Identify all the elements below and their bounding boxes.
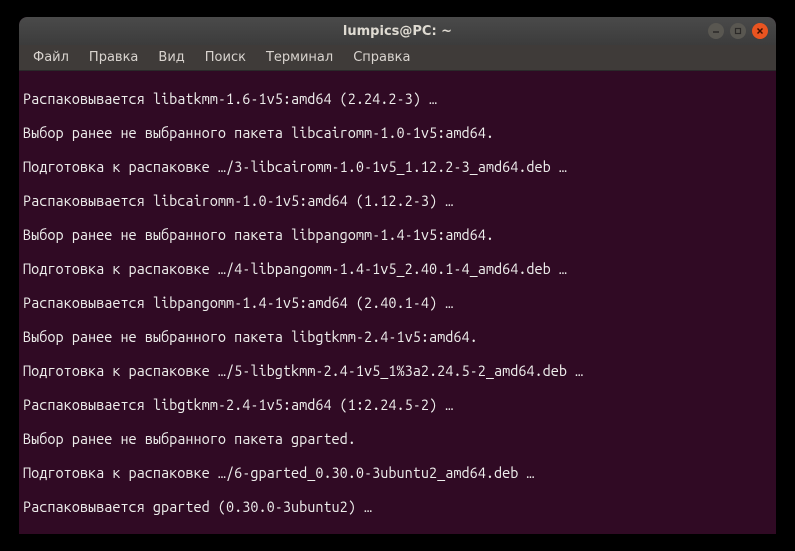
menu-view[interactable]: Вид (150, 47, 192, 68)
terminal-line: Подготовка к распаковке …/3-libcairomm-1… (23, 158, 772, 175)
terminal-line: Распаковывается libcairomm-1.0-1v5:amd64… (23, 192, 772, 209)
terminal-line: Настраивается пакет libsigc++-2.0-0v5:am… (23, 532, 772, 534)
terminal-line: Распаковывается gparted (0.30.0-3ubuntu2… (23, 498, 772, 515)
minimize-icon (712, 27, 720, 35)
menu-terminal[interactable]: Терминал (258, 47, 341, 68)
terminal-line: Распаковывается libpangomm-1.4-1v5:amd64… (23, 294, 772, 311)
terminal-output[interactable]: Распаковывается libatkmm-1.6-1v5:amd64 (… (19, 71, 776, 534)
terminal-line: Подготовка к распаковке …/5-libgtkmm-2.4… (23, 362, 772, 379)
window-controls (708, 23, 768, 39)
title-bar: lumpics@PC: ~ (19, 17, 776, 45)
terminal-line: Распаковывается libatkmm-1.6-1v5:amd64 (… (23, 90, 772, 107)
terminal-line: Распаковывается libgtkmm-2.4-1v5:amd64 (… (23, 396, 772, 413)
menu-edit[interactable]: Правка (81, 47, 146, 68)
terminal-line: Подготовка к распаковке …/4-libpangomm-1… (23, 260, 772, 277)
terminal-window: lumpics@PC: ~ Файл Правка Вид Поиск Терм… (19, 17, 776, 534)
menu-search[interactable]: Поиск (197, 47, 254, 68)
close-icon (756, 27, 764, 35)
terminal-line: Выбор ранее не выбранного пакета libpang… (23, 226, 772, 243)
menu-help[interactable]: Справка (345, 47, 418, 68)
menu-file[interactable]: Файл (25, 47, 77, 68)
terminal-line: Выбор ранее не выбранного пакета libgtkm… (23, 328, 772, 345)
maximize-icon (734, 27, 742, 35)
menu-bar: Файл Правка Вид Поиск Терминал Справка (19, 45, 776, 71)
terminal-line: Подготовка к распаковке …/6-gparted_0.30… (23, 464, 772, 481)
terminal-line: Выбор ранее не выбранного пакета gparted… (23, 430, 772, 447)
maximize-button[interactable] (730, 23, 746, 39)
terminal-line: Выбор ранее не выбранного пакета libcair… (23, 124, 772, 141)
minimize-button[interactable] (708, 23, 724, 39)
window-title: lumpics@PC: ~ (343, 24, 452, 39)
close-button[interactable] (752, 23, 768, 39)
